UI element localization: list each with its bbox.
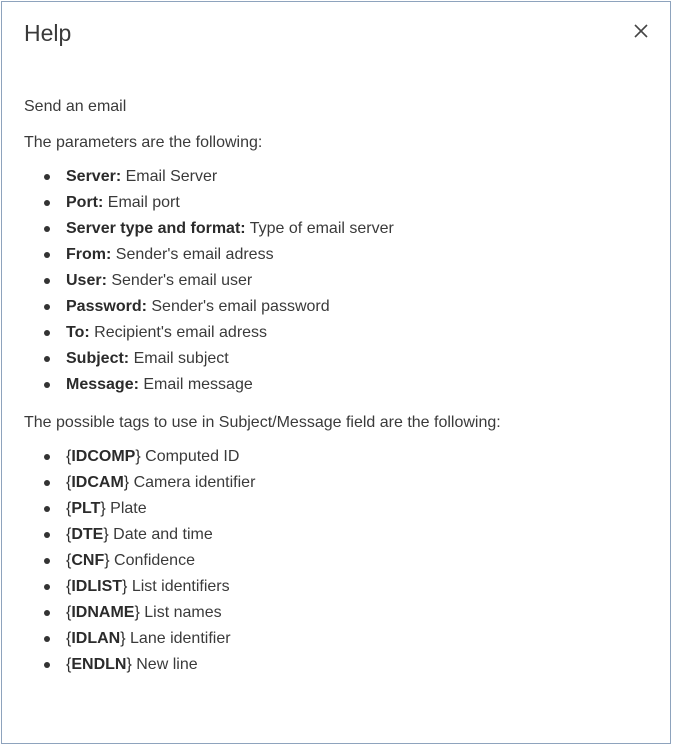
list-item: {IDNAME} List names (44, 600, 650, 626)
tag-name: IDCAM (71, 474, 124, 491)
param-term: Server type and format: (66, 220, 246, 237)
tag-term: {IDLIST} (66, 578, 127, 595)
tag-term: {ENDLN} (66, 656, 132, 673)
tag-name: PLT (71, 500, 101, 517)
dialog-body: Send an email The parameters are the fol… (24, 94, 650, 690)
tag-term: {CNF} (66, 552, 110, 569)
tag-desc: New line (136, 656, 198, 673)
list-item: {IDLAN} Lane identifier (44, 626, 650, 652)
param-term: Server: (66, 168, 122, 185)
param-term: From: (66, 246, 112, 263)
tag-desc: Computed ID (145, 448, 240, 465)
list-item: {PLT} Plate (44, 496, 650, 522)
tag-desc: Confidence (114, 552, 195, 569)
list-item: Server: Email Server (44, 164, 650, 190)
list-item: Subject: Email subject (44, 346, 650, 372)
param-desc: Email Server (125, 168, 218, 185)
param-desc: Sender's email adress (115, 246, 274, 263)
param-term: To: (66, 324, 90, 341)
tag-name: IDCOMP (71, 448, 136, 465)
list-item: {IDCOMP} Computed ID (44, 444, 650, 470)
param-desc: Recipient's email adress (94, 324, 268, 341)
brace-close: } (100, 500, 106, 517)
list-item: To: Recipient's email adress (44, 320, 650, 346)
list-item: Server type and format: Type of email se… (44, 216, 650, 242)
tag-term: {IDNAME} (66, 604, 140, 621)
brace-close: } (103, 526, 109, 543)
list-item: {IDCAM} Camera identifier (44, 470, 650, 496)
close-icon (634, 24, 648, 38)
tags-heading: The possible tags to use in Subject/Mess… (24, 414, 501, 431)
tag-desc: Camera identifier (133, 474, 256, 491)
dialog-header: Help (2, 2, 670, 66)
param-desc: Type of email server (249, 220, 394, 237)
tags-list: {IDCOMP} Computed ID {IDCAM} Camera iden… (24, 444, 650, 678)
params-heading: The parameters are the following: (24, 134, 263, 151)
tag-name: ENDLN (71, 656, 127, 673)
tag-desc: List names (144, 604, 222, 621)
tag-desc: Lane identifier (130, 630, 231, 647)
list-item: {DTE} Date and time (44, 522, 650, 548)
tag-desc: List identifiers (131, 578, 230, 595)
param-term: Password: (66, 298, 147, 315)
tag-term: {IDCAM} (66, 474, 129, 491)
brace-close: } (104, 552, 110, 569)
tag-term: {IDLAN} (66, 630, 126, 647)
list-item: Port: Email port (44, 190, 650, 216)
param-term: Port: (66, 194, 104, 211)
param-term: Subject: (66, 350, 130, 367)
list-item: {IDLIST} List identifiers (44, 574, 650, 600)
brace-close: } (123, 474, 130, 491)
brace-close: } (134, 604, 140, 621)
list-item: {ENDLN} New line (44, 652, 650, 678)
tag-term: {IDCOMP} (66, 448, 141, 465)
list-item: Password: Sender's email password (44, 294, 650, 320)
param-desc: Email port (107, 194, 180, 211)
close-button[interactable] (626, 16, 656, 46)
param-desc: Sender's email password (151, 298, 330, 315)
brace-close: } (122, 578, 128, 595)
param-term: Message: (66, 376, 139, 393)
param-term: User: (66, 272, 107, 289)
brace-close: } (135, 448, 141, 465)
help-dialog: Help Send an email The parameters are th… (1, 1, 671, 744)
param-desc: Sender's email user (111, 272, 253, 289)
brace-close: } (120, 630, 126, 647)
tag-term: {DTE} (66, 526, 109, 543)
intro-text: Send an email (24, 98, 127, 115)
list-item: From: Sender's email adress (44, 242, 650, 268)
tag-name: DTE (71, 526, 104, 543)
list-item: Message: Email message (44, 372, 650, 398)
tag-desc: Date and time (113, 526, 213, 543)
tag-name: IDNAME (71, 604, 135, 621)
list-item: {CNF} Confidence (44, 548, 650, 574)
tag-name: CNF (71, 552, 105, 569)
params-list: Server: Email Server Port: Email port Se… (24, 164, 650, 398)
tag-name: IDLAN (71, 630, 121, 647)
param-desc: Email subject (133, 350, 229, 367)
param-desc: Email message (143, 376, 253, 393)
brace-close: } (126, 656, 132, 673)
tag-term: {PLT} (66, 500, 106, 517)
tag-desc: Plate (110, 500, 147, 517)
list-item: User: Sender's email user (44, 268, 650, 294)
tag-name: IDLIST (71, 578, 123, 595)
dialog-title: Help (24, 20, 72, 46)
